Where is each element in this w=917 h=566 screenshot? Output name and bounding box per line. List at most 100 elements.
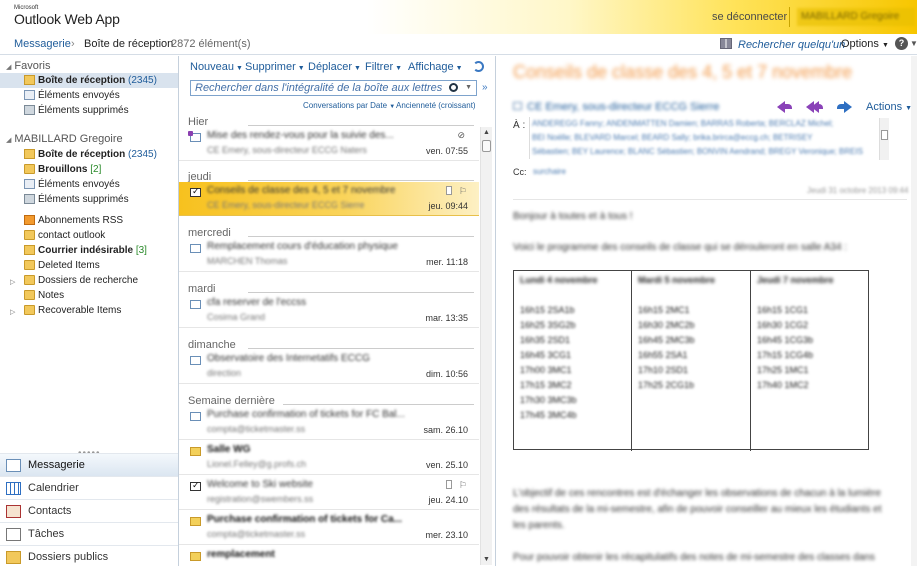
table-cell: 17h15 3MC2 [520,380,572,390]
help-dropdown-icon[interactable]: ▼ [910,39,917,48]
search-input[interactable]: Rechercher dans l'intégralité de la boît… [190,80,477,96]
refresh-icon[interactable] [473,61,484,72]
flag-icon[interactable]: ⚐ [459,186,467,197]
expand-icon[interactable]: ▷ [10,305,15,320]
folder-icon [24,260,35,270]
search-icon[interactable] [449,83,458,92]
filter-button[interactable]: Filtrer ▼ [365,61,402,73]
module-contacts[interactable]: Contacts [0,499,178,522]
mailbox-header[interactable]: ◢ MABILLARD Gregoire [6,133,123,145]
table-header: Lundi 4 novembre [520,275,598,285]
fav-inbox[interactable]: Boîte de réception (2345) [0,73,178,88]
folder-notes[interactable]: Notes [0,288,178,303]
search-options-icon[interactable]: ▼ [465,84,472,91]
message-item-unread[interactable]: Purchase confirmation of tickets for Ca.… [179,511,479,545]
folder-deleted-items[interactable]: Éléments supprimés [0,192,178,207]
forward-icon[interactable] [836,99,852,113]
breadcrumb-module[interactable]: Messagerie [14,38,71,50]
mailbox-owner-label: MABILLARD Gregoire [14,133,123,145]
category-icon[interactable] [446,480,452,489]
folder-deleted-items-en[interactable]: Deleted Items [0,258,178,273]
chevron-down-icon: ▼ [881,42,889,49]
message-sender: MARCHEN Thomas [207,256,288,266]
reply-icon[interactable] [777,99,793,113]
drafts-icon [24,164,35,174]
module-mail[interactable]: Messagerie [0,453,178,476]
table-cell: 16h15 1CG1 [757,305,809,315]
folder-search-folders[interactable]: ▷ Dossiers de recherche [0,273,178,288]
delete-label: Supprimer [245,61,296,73]
group-divider [283,404,474,405]
scroll-thumb[interactable] [482,140,491,152]
table-cell: 16h45 1CG3b [757,335,814,345]
message-item[interactable]: cfa reserver de l'eccss Cosima Grand mar… [179,294,479,328]
user-name[interactable]: MABILLARD Gregoire [797,8,915,26]
folder-drafts[interactable]: Brouillons [2] [0,162,178,177]
fav-sent-items[interactable]: Éléments envoyés [0,88,178,103]
folder-contact-outlook[interactable]: contact outlook [0,228,178,243]
message-item-selected[interactable]: Conseils de classe des 4, 5 et 7 novembr… [179,182,479,216]
module-calendar[interactable]: Calendrier [0,476,178,499]
message-from[interactable]: CE Emery, sous-directeur ECCG Sierre [513,101,753,113]
view-button[interactable]: Affichage ▼ [408,61,463,73]
actions-menu[interactable]: Actions ▼ [866,101,912,113]
message-item[interactable]: Welcome to Ski website registration@swem… [179,476,479,510]
cc-recipient[interactable]: surchaire [533,167,566,176]
folder-junk[interactable]: Courrier indésirable [3] [0,243,178,258]
table-cell: 16h30 1CG2 [757,320,809,330]
folder-navigation: ◢ Favoris Boîte de réception (2345) Éléme… [0,56,179,566]
group-divider [248,292,474,293]
unread-count: (2345) [128,75,157,86]
message-item[interactable]: Observatoire des Internetatifs ECCG dire… [179,350,479,384]
sort-by-menu[interactable]: Conversations par Date ▼ [303,101,395,110]
options-menu[interactable]: Options ▼ [841,38,889,50]
favorites-header[interactable]: ◢ Favoris [6,60,50,72]
message-item[interactable]: Mise des rendez-vous pour la suivie des.… [179,127,479,161]
delete-button[interactable]: Supprimer ▼ [245,61,305,73]
new-button[interactable]: Nouveau ▼ [190,61,243,73]
message-subject: Purchase confirmation of tickets for Ca.… [207,514,403,525]
help-icon[interactable]: ? [895,37,908,50]
folder-sent-items[interactable]: Éléments envoyés [0,177,178,192]
find-someone-label: Rechercher quelqu'un [738,39,846,51]
sort-order-toggle[interactable]: Ancienneté (croissant) [396,101,476,110]
folder-rss[interactable]: Abonnements RSS [0,213,178,228]
attachment-icon: ⊘ [457,130,465,140]
expand-search-icon[interactable]: » [482,82,488,93]
message-item[interactable]: Remplacement cours d'éducation physique … [179,238,479,272]
message-list-scrollbar[interactable]: ▲ ▼ [480,127,492,565]
table-cell: 16h15 2SA1b [520,305,575,315]
checkbox-checked-icon[interactable] [190,186,201,197]
message-item-unread[interactable]: Salle WG Lionel.Felley@g.profs.ch ven. 2… [179,441,479,475]
folder-label: Notes [38,290,65,301]
forward-arrow-head [844,101,852,113]
table-header: Mardi 5 novembre [638,275,716,285]
fav-deleted-items[interactable]: Éléments supprimés [0,103,178,118]
banner-divider [789,7,790,27]
recipients-scrollbar[interactable] [879,118,889,160]
recipient-line[interactable]: Sébastien; BEY Laurence; BLANC Sébastien… [532,147,863,157]
folder-inbox[interactable]: Boîte de réception (2345) [0,147,178,162]
scroll-down-icon[interactable]: ▼ [481,554,492,565]
reply-all-icon[interactable] [806,99,823,113]
folder-label: Éléments envoyés [38,179,120,190]
reading-pane-scrollbar[interactable] [911,56,917,566]
recipient-line[interactable]: BEI Noëlle; BLEVARD Marcel; BEARD Sally;… [532,133,813,143]
checkbox-icon[interactable] [190,480,201,491]
category-icon[interactable] [446,186,452,195]
move-button[interactable]: Déplacer ▼ [308,61,361,73]
flag-icon[interactable]: ⚐ [459,480,467,491]
module-tasks[interactable]: Tâches [0,522,178,545]
message-item[interactable]: Purchase confirmation of tickets for FC … [179,406,479,440]
module-public-folders[interactable]: Dossiers publics [0,545,178,566]
scroll-up-icon[interactable]: ▲ [481,127,492,138]
message-item-unread[interactable]: remplacement [179,546,479,566]
signout-link[interactable]: se déconnecter [712,11,787,23]
message-date: mer. 23.10 [425,530,468,540]
table-cell: 17h15 1CG4b [757,350,814,360]
scroll-thumb[interactable] [881,130,888,140]
find-someone-link[interactable]: Rechercher quelqu'un [720,38,845,51]
folder-recoverable-items[interactable]: ▷ Recoverable Items [0,303,178,318]
table-cell: 16h55 2SA1 [638,350,688,360]
recipient-line[interactable]: ANDEREGG Fanny; ANDENMATTEN Damien; BARR… [532,119,833,129]
